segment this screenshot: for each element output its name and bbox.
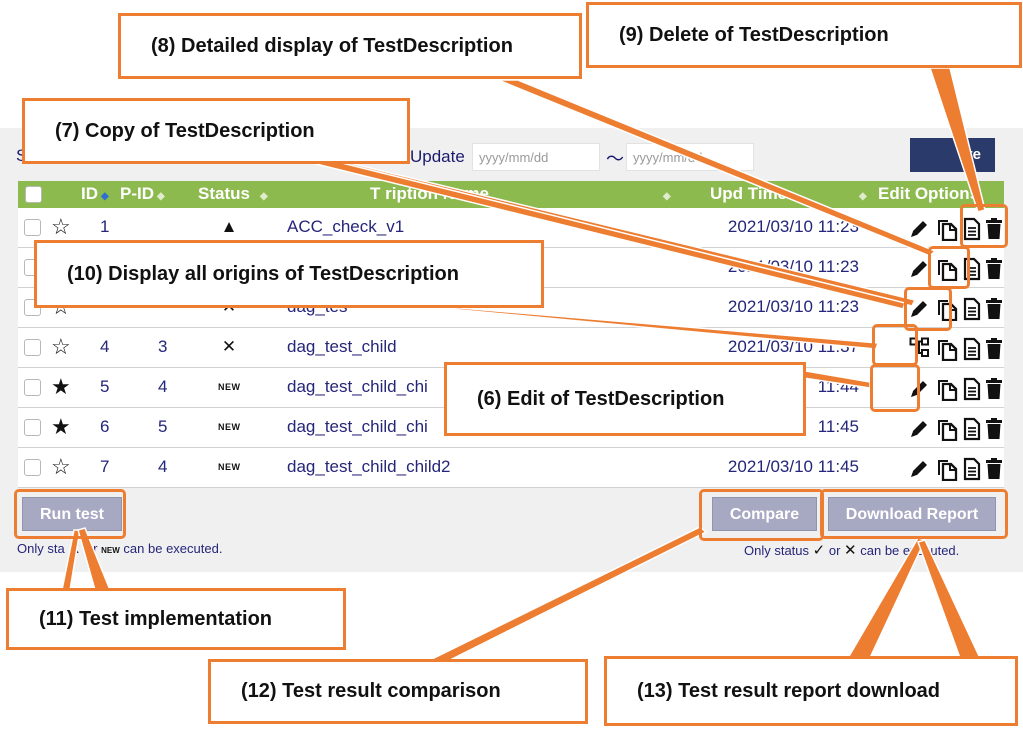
download-highlight [820, 489, 1008, 539]
leader-11 [61, 529, 81, 591]
callout-12: (12) Test result comparison [208, 659, 588, 724]
origins-highlight [872, 324, 918, 366]
leader-8 [497, 79, 937, 257]
callout-8: (8) Detailed display of TestDescription [118, 13, 582, 79]
callout-7: (7) Copy of TestDescription [22, 98, 410, 164]
compare-highlight [699, 489, 824, 541]
leader-9 [928, 67, 986, 213]
callout-10: (10) Display all origins of TestDescript… [34, 240, 544, 308]
leader-12 [429, 526, 708, 661]
callout-9: (9) Delete of TestDescription [586, 2, 1022, 68]
leader-10 [439, 307, 880, 350]
callout-13: (13) Test result report download [604, 656, 1018, 726]
run-test-highlight [14, 489, 126, 539]
edit-highlight [870, 364, 920, 412]
leader-13 [846, 537, 927, 659]
detail-highlight [928, 246, 970, 289]
leader-13b [917, 539, 982, 659]
callout-11: (11) Test implementation [6, 588, 346, 650]
callout-6: (6) Edit of TestDescription [444, 362, 806, 436]
delete-highlight [960, 204, 1008, 248]
